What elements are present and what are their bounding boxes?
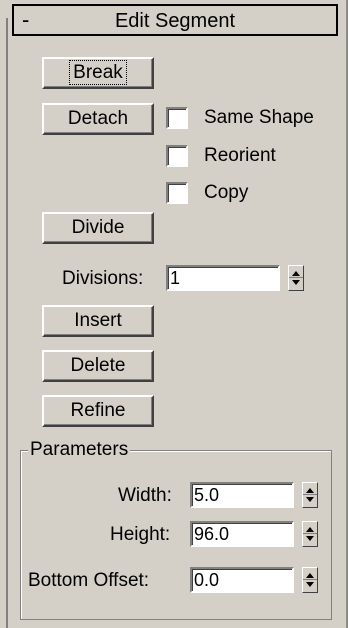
spinner-up-icon[interactable] <box>306 488 314 493</box>
divisions-label: Divisions: <box>62 268 144 289</box>
divide-button-label: Divide <box>71 217 125 238</box>
delete-button[interactable]: Delete <box>42 350 154 382</box>
divisions-field[interactable]: 1 <box>166 265 280 291</box>
rollout-header[interactable]: - Edit Segment <box>12 4 338 36</box>
break-button[interactable]: Break <box>42 57 154 89</box>
height-spinner[interactable] <box>302 521 318 547</box>
parameters-title: Parameters <box>28 439 131 461</box>
refine-button[interactable]: Refine <box>42 395 154 427</box>
bottom-offset-spinner[interactable] <box>302 567 318 593</box>
divisions-spinner[interactable] <box>288 265 304 291</box>
height-label: Height: <box>110 524 171 545</box>
copy-label: Copy <box>204 182 249 203</box>
bottom-offset-field[interactable]: 0.0 <box>190 567 294 593</box>
bottom-offset-label: Bottom Offset: <box>28 570 150 591</box>
insert-button[interactable]: Insert <box>42 305 154 337</box>
rollout-border <box>6 18 8 628</box>
copy-checkbox[interactable] <box>166 182 188 204</box>
insert-button-label: Insert <box>74 310 122 331</box>
spinner-up-icon[interactable] <box>292 271 300 276</box>
refine-button-label: Refine <box>70 400 126 421</box>
detach-button-label: Detach <box>67 108 129 129</box>
spinner-down-icon[interactable] <box>306 536 314 541</box>
spinner-down-icon[interactable] <box>306 497 314 502</box>
rollout-title: Edit Segment <box>114 10 236 32</box>
detach-button[interactable]: Detach <box>42 103 154 135</box>
divide-button[interactable]: Divide <box>42 212 154 244</box>
width-label: Width: <box>118 485 172 506</box>
same-shape-label: Same Shape <box>204 107 314 128</box>
height-field[interactable]: 96.0 <box>190 521 294 547</box>
spinner-up-icon[interactable] <box>306 527 314 532</box>
spinner-down-icon[interactable] <box>292 280 300 285</box>
spinner-up-icon[interactable] <box>306 573 314 578</box>
delete-button-label: Delete <box>70 355 126 376</box>
same-shape-checkbox[interactable] <box>166 107 188 129</box>
width-field[interactable]: 5.0 <box>190 482 294 508</box>
width-spinner[interactable] <box>302 482 318 508</box>
spinner-down-icon[interactable] <box>306 582 314 587</box>
reorient-label: Reorient <box>204 145 276 166</box>
break-button-label: Break <box>69 60 127 85</box>
command-panel: - Edit Segment Break Detach Same Shape R… <box>0 0 348 628</box>
reorient-checkbox[interactable] <box>166 145 188 167</box>
